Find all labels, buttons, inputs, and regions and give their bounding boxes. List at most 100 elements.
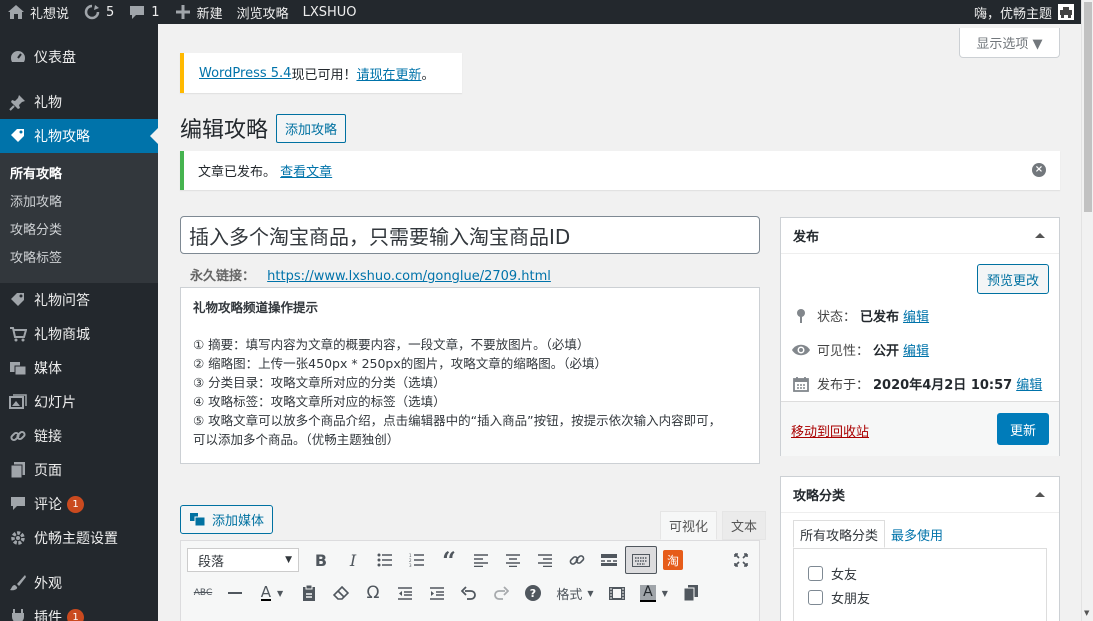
page-icon [8, 460, 28, 480]
sidebar-item-gift-shop[interactable]: 礼物商城 [0, 317, 158, 351]
insert-link-button[interactable] [561, 546, 593, 574]
preview-changes-button[interactable]: 预览更改 [976, 264, 1049, 294]
undo-button[interactable] [453, 579, 485, 607]
toolbar-toggle-button[interactable] [625, 546, 657, 574]
site-code-link[interactable]: LXSHUO [296, 0, 364, 24]
special-character-button[interactable]: Ω [357, 579, 389, 607]
outdent-button[interactable] [389, 579, 421, 607]
text-color-icon: A [260, 583, 272, 601]
horizontal-line-button[interactable] [219, 579, 251, 607]
view-post-link[interactable]: 查看文章 [280, 161, 332, 180]
align-left-button[interactable] [465, 546, 497, 574]
admin-bar: 礼想说 5 1 新建 浏览攻略 LXSHUO 嗨，优畅主题 [0, 0, 1081, 24]
sidebar-item-appearance[interactable]: 外观 [0, 566, 158, 600]
edit-date-link[interactable]: 编辑 [1016, 374, 1042, 393]
sidebar-item-plugins[interactable]: 插件 1 [0, 600, 158, 621]
background-color-button[interactable]: A ▼ [633, 579, 675, 607]
tab-all-categories[interactable]: 所有攻略分类 [793, 520, 886, 548]
sidebar-item-dashboard[interactable]: 仪表盘 [0, 40, 158, 74]
insert-taobao-button[interactable]: 淘 [657, 546, 689, 574]
update-now-link[interactable]: 请现在更新 [356, 64, 421, 83]
page-scrollbar[interactable]: ▼ [1081, 0, 1093, 621]
category-item[interactable]: 女友 [808, 561, 1046, 585]
visibility-label: 可见性： [817, 344, 870, 359]
status-value: 已发布 [860, 310, 900, 325]
copy-icon [684, 585, 698, 601]
media-icon [8, 358, 28, 378]
updates-link[interactable]: 5 [76, 0, 121, 24]
category-item[interactable]: 女朋友 [808, 585, 1046, 609]
permalink-url[interactable]: https://www.lxshuo.com/gonglue/2709.html [267, 269, 551, 284]
text-color-button[interactable]: A ▼ [251, 579, 293, 607]
pin-icon [8, 92, 28, 112]
format-select[interactable]: 段落 ▼ [187, 548, 299, 572]
submenu-guide-tags[interactable]: 攻略标签 [0, 245, 158, 273]
add-guide-button[interactable]: 添加攻略 [276, 113, 347, 143]
sidebar-item-media[interactable]: 媒体 [0, 351, 158, 385]
collapse-icon[interactable] [1035, 233, 1045, 238]
category-checkbox[interactable] [808, 589, 823, 605]
numbered-list-button[interactable]: 123 [401, 546, 433, 574]
qa-icon [8, 290, 28, 310]
collapse-icon[interactable] [1035, 492, 1045, 497]
sidebar-item-slides[interactable]: 幻灯片 [0, 385, 158, 419]
sidebar-item-comments[interactable]: 评论 1 [0, 487, 158, 521]
clear-formatting-button[interactable] [325, 579, 357, 607]
sidebar-item-gift-qa[interactable]: 礼物问答 [0, 283, 158, 317]
site-name-link[interactable]: 礼想说 [0, 0, 76, 24]
link-icon [8, 426, 28, 446]
paste-text-button[interactable] [293, 579, 325, 607]
bullet-list-button[interactable] [369, 546, 401, 574]
sidebar-item-pages[interactable]: 页面 [0, 453, 158, 487]
screen-options-button[interactable]: 显示选项 ▼ [959, 28, 1060, 58]
submenu-all-guides[interactable]: 所有攻略 [0, 161, 158, 189]
categories-box-header[interactable]: 攻略分类 [781, 477, 1059, 513]
scroll-down-icon[interactable]: ▼ [1084, 609, 1089, 617]
strikethrough-button[interactable]: ABC [187, 579, 219, 607]
sidebar-item-label: 外观 [34, 576, 62, 592]
italic-button[interactable]: I [337, 546, 369, 574]
categories-box-title: 攻略分类 [793, 489, 846, 504]
add-media-button[interactable]: 添加媒体 [180, 505, 273, 534]
submenu-guide-categories[interactable]: 攻略分类 [0, 217, 158, 245]
new-label: 新建 [196, 6, 223, 22]
sidebar-item-label: 礼物 [34, 95, 62, 111]
update-button[interactable]: 更新 [997, 413, 1049, 445]
move-to-trash-link[interactable]: 移动到回收站 [791, 421, 869, 440]
submenu-add-guide[interactable]: 添加攻略 [0, 189, 158, 217]
new-content-link[interactable]: 新建 [167, 0, 230, 24]
help-button[interactable]: ? [517, 579, 549, 607]
tab-visual[interactable]: 可视化 [660, 511, 718, 540]
blockquote-button[interactable]: “ [433, 546, 465, 575]
sidebar-item-theme-settings[interactable]: 优畅主题设置 [0, 521, 158, 555]
fullscreen-button[interactable] [725, 546, 757, 574]
media-embed-button[interactable] [601, 579, 633, 607]
wordpress-version-link[interactable]: WordPress 5.4 [199, 66, 291, 81]
category-checkbox[interactable] [808, 565, 823, 581]
align-right-button[interactable] [529, 546, 561, 574]
align-right-icon [538, 553, 552, 567]
sidebar-item-gift-guides[interactable]: 礼物攻略 [0, 119, 158, 153]
sidebar-item-links[interactable]: 链接 [0, 419, 158, 453]
updates-icon [84, 4, 100, 20]
sidebar-item-gifts[interactable]: 礼物 [0, 85, 158, 119]
indent-button[interactable] [421, 579, 453, 607]
edit-visibility-link[interactable]: 编辑 [903, 340, 929, 359]
tab-most-used[interactable]: 最多使用 [885, 520, 949, 548]
scrollbar-thumb[interactable] [1084, 2, 1092, 212]
format-menu-button[interactable]: 格式 ▼ [549, 579, 601, 607]
browse-link[interactable]: 浏览攻略 [230, 0, 296, 24]
edit-status-link[interactable]: 编辑 [903, 306, 929, 325]
account-menu[interactable]: 嗨，优畅主题 [967, 0, 1081, 24]
align-center-button[interactable] [497, 546, 529, 574]
read-more-button[interactable] [593, 546, 625, 574]
copy-button[interactable] [675, 579, 707, 607]
bold-button[interactable]: B [305, 546, 337, 574]
dismiss-icon[interactable]: × [1032, 163, 1046, 177]
redo-button[interactable] [485, 579, 517, 607]
post-title-input[interactable]: 插入多个淘宝商品，只需要输入淘宝商品ID [180, 216, 760, 254]
chevron-down-icon: ▼ [661, 588, 668, 598]
comments-link[interactable]: 1 [121, 0, 166, 24]
tab-text[interactable]: 文本 [722, 511, 767, 540]
publish-box-header[interactable]: 发布 [781, 218, 1059, 254]
